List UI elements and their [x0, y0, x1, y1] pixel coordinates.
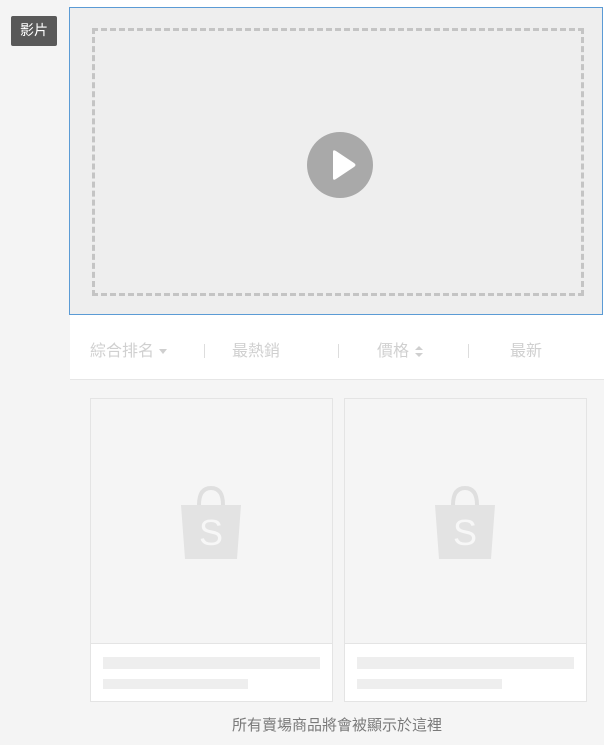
- product-title-placeholder: [103, 657, 320, 669]
- sort-latest[interactable]: 最新: [510, 322, 542, 380]
- play-circle-icon[interactable]: [306, 131, 374, 199]
- sort-divider: [204, 344, 205, 358]
- sort-divider: [338, 344, 339, 358]
- product-card[interactable]: S: [90, 398, 333, 702]
- bag-letter: S: [199, 512, 223, 553]
- sort-top-sales[interactable]: 最熱銷: [232, 322, 280, 380]
- product-image-placeholder: S: [345, 399, 586, 644]
- shopping-bag-icon: S: [181, 485, 241, 559]
- sort-price[interactable]: 價格: [377, 322, 424, 380]
- chevron-down-icon: [159, 349, 168, 354]
- editor-left-gutter: [0, 0, 70, 745]
- product-title-placeholder: [357, 657, 574, 669]
- sort-arrows-icon: [415, 346, 424, 357]
- video-placeholder[interactable]: [69, 7, 603, 315]
- shopping-bag-icon: S: [435, 485, 495, 559]
- sort-divider: [468, 344, 469, 358]
- video-section-label: 影片: [11, 16, 57, 46]
- product-price-placeholder: [103, 679, 248, 689]
- product-image-placeholder: S: [91, 399, 332, 644]
- product-card[interactable]: S: [344, 398, 587, 702]
- sort-price-label: 價格: [377, 341, 410, 360]
- sort-relevance[interactable]: 綜合排名: [90, 322, 168, 380]
- products-footer-note: 所有賣場商品將會被顯示於這裡: [231, 716, 442, 734]
- product-price-placeholder: [357, 679, 502, 689]
- shop-products-section: 綜合排名 最熱銷 價格 最新 S S 所有賣場商品將會被顯示於這裡: [70, 322, 604, 745]
- sort-relevance-label: 綜合排名: [90, 341, 155, 360]
- bag-letter: S: [453, 512, 477, 553]
- sort-bar: 綜合排名 最熱銷 價格 最新: [70, 322, 604, 380]
